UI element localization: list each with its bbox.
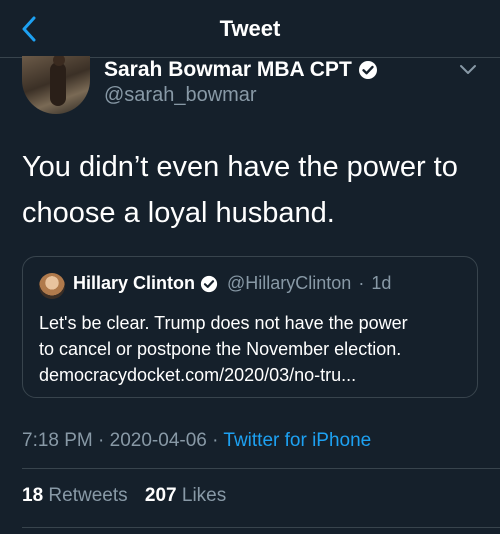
quoted-text-line: to cancel or postpone the November elect… [39,339,402,359]
verified-badge-icon [358,61,377,79]
author-handle[interactable]: @sarah_bowmar [104,84,257,107]
chevron-down-icon[interactable] [458,62,478,76]
quoted-author-handle: @HillaryClinton [227,273,352,293]
avatar[interactable] [22,56,90,114]
quoted-tweet-card[interactable]: Hillary Clinton @HillaryClinton · 1d Let… [22,256,478,398]
retweets-label: Retweets [48,485,128,506]
retweets-stat[interactable]: 18 Retweets [22,485,133,506]
tweet-time: 7:18 PM [22,430,93,451]
quoted-author-name: Hillary Clinton [73,273,196,293]
quoted-separator: · [358,273,365,293]
quoted-link[interactable]: democracydocket.com/2020/03/no-tru... [39,362,469,388]
meta-separator: · [98,430,105,451]
author-name[interactable]: Sarah Bowmar MBA CPT [104,58,352,82]
tweet-text: You didn’t even have the power to choose… [22,151,458,229]
meta-separator: · [212,430,219,451]
verified-badge-icon [200,275,218,292]
divider [22,468,500,469]
tweet-stats: 18 Retweets 207 Likes [22,485,238,507]
likes-label: Likes [181,485,227,506]
tweet-meta: 7:18 PM · 2020-04-06 · Twitter for iPhon… [22,430,371,452]
quoted-header: Hillary Clinton @HillaryClinton · 1d [73,273,391,294]
quoted-avatar[interactable] [39,273,65,299]
quoted-age: 1d [371,273,392,293]
page-title: Tweet [219,16,281,41]
retweets-count: 18 [22,485,44,506]
tweet-date: 2020-04-06 [109,430,207,451]
likes-count: 207 [144,485,177,506]
avatar-figure [50,62,66,106]
tweet-source-link[interactable]: Twitter for iPhone [223,430,371,451]
top-nav-bar: Tweet [0,0,500,58]
quoted-text: Let's be clear. Trump does not have the … [39,310,469,388]
likes-stat[interactable]: 207 Likes [145,485,226,506]
quoted-text-line: Let's be clear. Trump does not have the … [39,313,408,333]
divider [22,527,500,528]
author-line[interactable]: Sarah Bowmar MBA CPT [104,58,378,82]
